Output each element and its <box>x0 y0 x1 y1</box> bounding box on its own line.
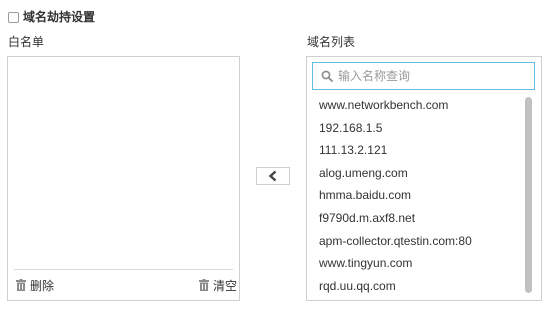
whitelist-title: 白名单 <box>8 35 45 49</box>
domain-list-item[interactable]: 111.13.2.121 <box>319 139 472 162</box>
domain-list-scrollbar[interactable] <box>525 97 532 293</box>
whitelist-footer-divider <box>14 269 233 270</box>
domain-list-item[interactable]: f9790d.m.axf8.net <box>319 207 472 230</box>
clear-label: 清空 <box>213 278 238 293</box>
domain-list-title: 域名列表 <box>307 35 356 49</box>
hijack-checkbox-label: 域名劫持设置 <box>23 10 96 24</box>
domain-list: www.networkbench.com 192.168.1.5 111.13.2.… <box>319 94 472 297</box>
domain-list-panel: www.networkbench.com192.168.1.5111.13.2.… <box>306 56 542 301</box>
delete-label: 删除 <box>30 278 55 293</box>
chevron-left-icon <box>268 170 277 182</box>
domain-list-item[interactable]: apm-collector.qtestin.com:80 <box>319 230 472 253</box>
domain-list-item[interactable]: rqd.uu.qq.com <box>319 275 472 298</box>
whitelist-panel: 删除 清空 <box>7 56 240 301</box>
clear-button[interactable]: 清空 <box>199 277 237 293</box>
move-to-whitelist-button[interactable] <box>256 167 290 185</box>
trash-icon <box>16 279 26 291</box>
hijack-setting[interactable]: 域名劫持设置 <box>8 9 95 25</box>
domain-search-input[interactable] <box>338 69 518 83</box>
hijack-checkbox[interactable] <box>8 11 19 23</box>
domain-list-item[interactable]: alog.umeng.com <box>319 162 472 185</box>
domain-list-item[interactable]: www.networkbench.com <box>319 94 472 117</box>
trash-icon <box>199 279 209 291</box>
domain-list-item[interactable]: hmma.baidu.com <box>319 184 472 207</box>
domain-list-item[interactable]: 192.168.1.5 <box>319 117 472 140</box>
domain-search-box[interactable] <box>312 62 535 90</box>
delete-button[interactable]: 删除 <box>16 277 54 293</box>
domain-list-item[interactable]: www.tingyun.com <box>319 252 472 275</box>
search-icon <box>321 70 333 82</box>
